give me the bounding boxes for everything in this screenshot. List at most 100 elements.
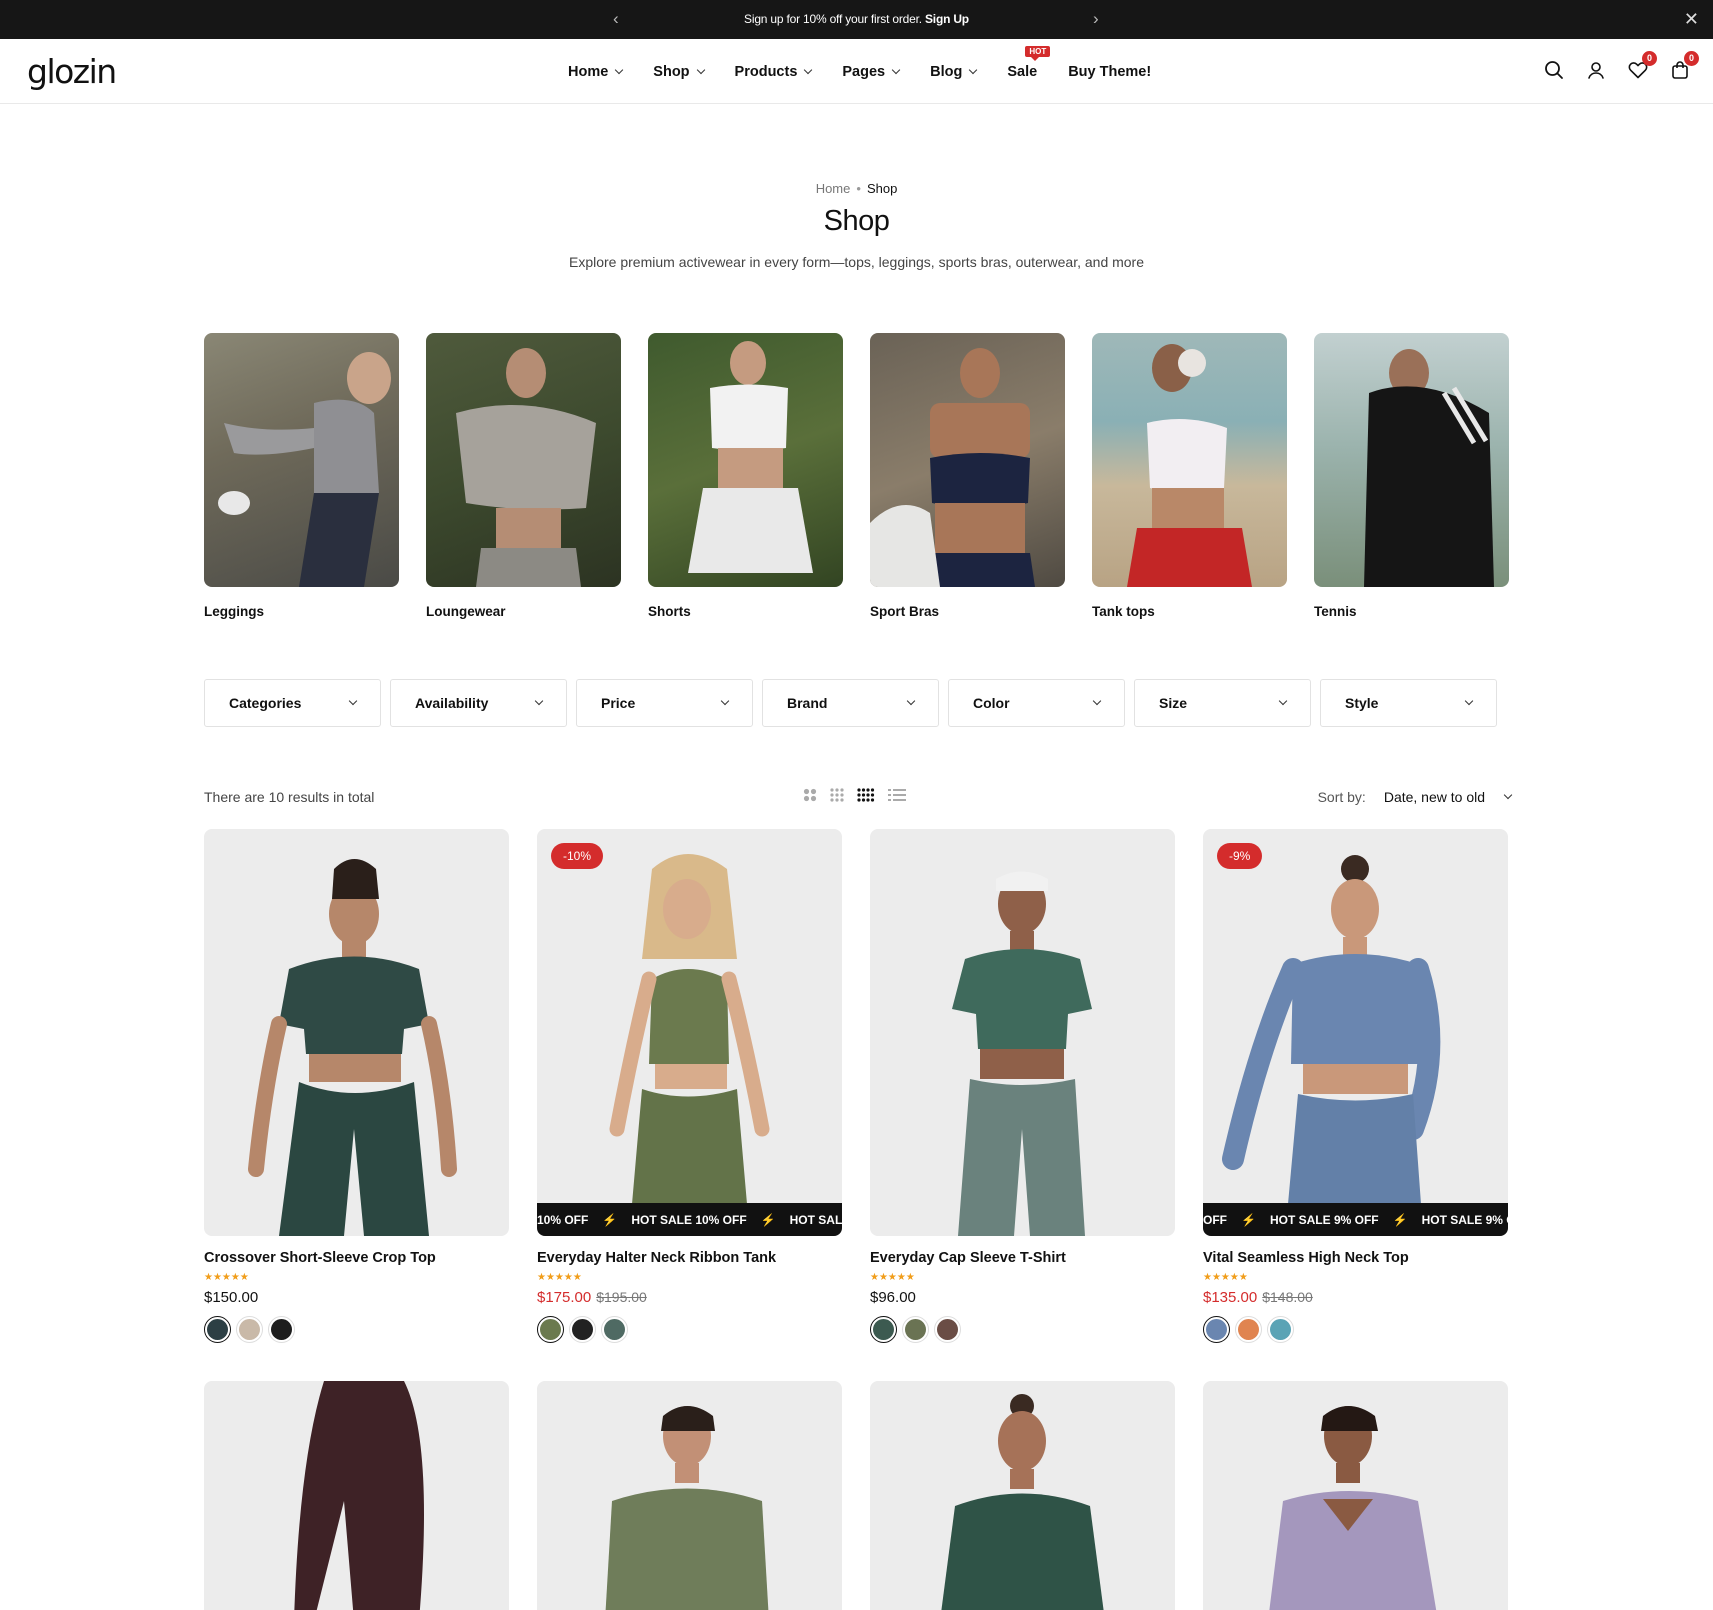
nav-buy-theme[interactable]: Buy Theme! — [1068, 64, 1151, 80]
announcement-bar: ‹ Sign up for 10% off your first order. … — [0, 0, 1713, 39]
color-swatches — [870, 1316, 1175, 1343]
category-sport-bras[interactable]: Sport Bras — [870, 333, 1065, 619]
next-arrow-icon[interactable]: › — [1093, 9, 1099, 29]
product-image[interactable] — [870, 1381, 1175, 1610]
product-card[interactable] — [204, 1381, 509, 1610]
breadcrumb-current: Shop — [866, 181, 898, 196]
filter-brand[interactable]: Brand — [762, 679, 939, 727]
filter-categories[interactable]: Categories — [204, 679, 381, 727]
color-swatch[interactable] — [1203, 1316, 1230, 1343]
category-image[interactable] — [870, 333, 1065, 587]
product-card[interactable]: Everyday Cap Sleeve T-Shirt ★★★★★ $96.00 — [870, 829, 1175, 1343]
chevron-down-icon — [1092, 696, 1102, 706]
category-tank-tops[interactable]: Tank tops — [1092, 333, 1287, 619]
category-leggings[interactable]: Leggings — [204, 333, 399, 619]
filter-color[interactable]: Color — [948, 679, 1125, 727]
wishlist-icon[interactable]: 0 — [1627, 51, 1657, 81]
color-swatch[interactable] — [1235, 1316, 1262, 1343]
category-image[interactable] — [1314, 333, 1509, 587]
color-swatch[interactable] — [934, 1316, 961, 1343]
nav-pages[interactable]: Pages — [842, 64, 901, 80]
chevron-down-icon — [720, 696, 730, 706]
site-header: glozin Home Shop Products Pages Blog HOT… — [0, 39, 1713, 104]
nav-blog[interactable]: Blog — [930, 64, 978, 80]
color-swatch[interactable] — [601, 1316, 628, 1343]
category-loungewear[interactable]: Loungewear — [426, 333, 621, 619]
product-image[interactable]: -10% 10% OFF ⚡ HOT SALE 10% OFF ⚡ HOT SA… — [537, 829, 842, 1236]
product-card[interactable] — [537, 1381, 842, 1610]
category-label[interactable]: Sport Bras — [870, 604, 1065, 619]
chevron-down-icon — [534, 696, 544, 706]
filter-style[interactable]: Style — [1320, 679, 1497, 727]
product-card[interactable]: Crossover Short-Sleeve Crop Top ★★★★★ $1… — [204, 829, 509, 1343]
signup-link[interactable]: Sign Up — [925, 12, 969, 26]
category-label[interactable]: Leggings — [204, 604, 399, 619]
account-icon[interactable] — [1585, 59, 1607, 81]
product-title[interactable]: Everyday Halter Neck Ribbon Tank — [537, 1250, 842, 1266]
product-image[interactable] — [204, 829, 509, 1236]
sort-control[interactable]: Sort by: Date, new to old — [1317, 789, 1513, 805]
cart-icon[interactable]: 0 — [1669, 51, 1699, 81]
filter-size[interactable]: Size — [1134, 679, 1311, 727]
color-swatch[interactable] — [1267, 1316, 1294, 1343]
product-image[interactable] — [1203, 1381, 1508, 1610]
discount-badge: -9% — [1217, 843, 1263, 869]
color-swatch[interactable] — [870, 1316, 897, 1343]
breadcrumb-home[interactable]: Home — [816, 181, 851, 196]
sort-value[interactable]: Date, new to old — [1384, 789, 1485, 805]
category-label[interactable]: Shorts — [648, 604, 843, 619]
chevron-down-icon — [1503, 790, 1513, 800]
rating-stars: ★★★★★ — [204, 1272, 249, 1283]
product-image[interactable]: -9% OFF ⚡ HOT SALE 9% OFF ⚡ HOT SALE 9% … — [1203, 829, 1508, 1236]
announcement-message: Sign up for 10% off your first order. Si… — [0, 12, 1713, 26]
wishlist-count: 0 — [1642, 51, 1657, 66]
category-image[interactable] — [1092, 333, 1287, 587]
product-image[interactable] — [204, 1381, 509, 1610]
grid-4-icon[interactable] — [857, 788, 875, 802]
category-image[interactable] — [204, 333, 399, 587]
nav-sale[interactable]: HOT Sale — [1007, 45, 1051, 80]
category-image[interactable] — [648, 333, 843, 587]
chevron-down-icon — [804, 65, 813, 74]
filter-availability[interactable]: Availability — [390, 679, 567, 727]
product-title[interactable]: Vital Seamless High Neck Top — [1203, 1250, 1508, 1266]
category-shorts[interactable]: Shorts — [648, 333, 843, 619]
product-image[interactable] — [537, 1381, 842, 1610]
color-swatch[interactable] — [537, 1316, 564, 1343]
category-image[interactable] — [426, 333, 621, 587]
product-card[interactable]: -10% 10% OFF ⚡ HOT SALE 10% OFF ⚡ HOT SA… — [537, 829, 842, 1343]
product-image[interactable] — [870, 829, 1175, 1236]
nav-shop[interactable]: Shop — [653, 64, 705, 80]
nav-label: Buy Theme! — [1068, 63, 1152, 80]
view-switcher — [803, 788, 906, 802]
category-label[interactable]: Loungewear — [426, 604, 621, 619]
category-label[interactable]: Tennis — [1314, 604, 1509, 619]
product-price: $135.00 $148.00 — [1203, 1289, 1508, 1306]
nav-home[interactable]: Home — [568, 63, 624, 80]
sort-label: Sort by: — [1317, 789, 1366, 805]
logo[interactable]: glozin — [27, 52, 117, 91]
close-icon[interactable]: ✕ — [1684, 9, 1699, 29]
color-swatch[interactable] — [902, 1316, 929, 1343]
price-current: $150.00 — [204, 1289, 259, 1306]
grid-2-icon[interactable] — [803, 788, 817, 802]
product-card[interactable]: -9% OFF ⚡ HOT SALE 9% OFF ⚡ HOT SALE 9% … — [1203, 829, 1508, 1343]
category-label[interactable]: Tank tops — [1092, 604, 1287, 619]
filter-price[interactable]: Price — [576, 679, 753, 727]
color-swatches — [204, 1316, 509, 1343]
nav-products[interactable]: Products — [735, 64, 813, 80]
color-swatch[interactable] — [268, 1316, 295, 1343]
nav-label: Home — [568, 63, 609, 80]
color-swatch[interactable] — [236, 1316, 263, 1343]
product-title[interactable]: Crossover Short-Sleeve Crop Top — [204, 1250, 509, 1266]
list-view-icon[interactable] — [888, 788, 906, 802]
color-swatch[interactable] — [204, 1316, 231, 1343]
search-icon[interactable] — [1543, 59, 1565, 81]
product-card[interactable] — [870, 1381, 1175, 1610]
color-swatch[interactable] — [569, 1316, 596, 1343]
category-tennis[interactable]: Tennis — [1314, 333, 1509, 619]
results-count: There are 10 results in total — [204, 789, 375, 805]
grid-3-icon[interactable] — [830, 788, 844, 802]
product-title[interactable]: Everyday Cap Sleeve T-Shirt — [870, 1250, 1175, 1266]
product-card[interactable] — [1203, 1381, 1508, 1610]
